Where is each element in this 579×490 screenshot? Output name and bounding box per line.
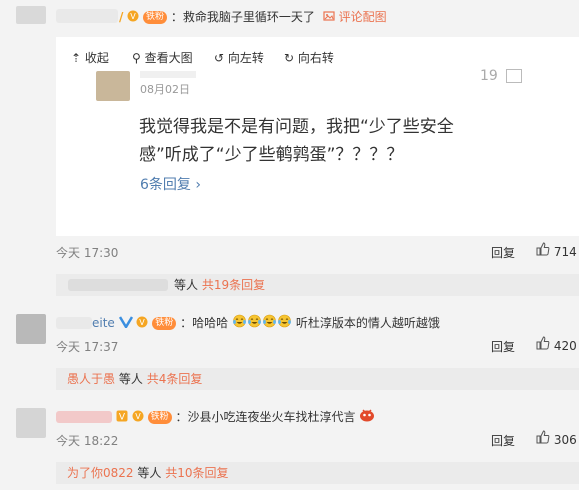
fan-badge: 铁粉 <box>147 411 172 424</box>
comment-image-card: ⇡ 收起 ⚲ 查看大图 ↺ 向左转 ↻ 向右转 08月02日 19 我觉得我是不… <box>56 37 579 236</box>
username-blurred[interactable] <box>56 411 112 423</box>
svg-text:V: V <box>140 318 146 327</box>
comment-time: 今天 18:22 <box>56 434 119 448</box>
reply-button[interactable]: 回复 <box>491 244 515 261</box>
replies-count-link[interactable]: 共19条回复 <box>202 278 265 292</box>
avatar[interactable] <box>16 408 46 438</box>
svg-text:V: V <box>130 12 136 21</box>
vip-crown-icon: V <box>132 409 144 427</box>
comment-2: eite V 铁粉 ：哈哈哈 听杜淳版本的情人越听越饿 <box>92 314 440 333</box>
fan-badge: 铁粉 <box>152 317 177 330</box>
replies-summary: 等人 共19条回复 <box>174 278 266 292</box>
reply-user-link[interactable]: 愚人于愚 <box>67 372 115 386</box>
comment-image-link[interactable]: 评论配图 <box>339 10 387 24</box>
reply-button[interactable]: 回复 <box>491 432 515 449</box>
quoted-counter-icon <box>506 69 522 83</box>
thumbs-up-icon <box>536 242 554 259</box>
comment-text: ：沙县小吃连夜坐火车找杜淳代言 <box>175 410 356 424</box>
rotate-right-icon: ↻ <box>284 51 295 65</box>
separator: / <box>119 10 124 24</box>
rotate-left-button[interactable]: ↺ 向左转 <box>214 49 264 66</box>
replies-summary: 为了你0822 等人 共10条回复 <box>67 466 229 480</box>
vip-crown-icon: V <box>127 9 139 27</box>
reply-button[interactable]: 回复 <box>491 338 515 355</box>
chevron-right-icon: › <box>195 177 201 193</box>
comment-text-suffix: 听杜淳版本的情人越听越饿 <box>295 316 440 330</box>
replies-count-link[interactable]: 共4条回复 <box>147 372 203 386</box>
laughing-tears-emoji-icon <box>262 314 277 333</box>
rotate-left-icon: ↺ <box>214 51 225 65</box>
laughing-tears-emoji-icon <box>277 314 292 333</box>
quoted-date: 08月02日 <box>140 83 190 96</box>
quoted-counter: 19 <box>480 68 498 84</box>
quoted-text-line1: 我觉得我是不是有问题，我把“少了些安全 <box>139 117 454 137</box>
verified-v-icon <box>118 315 133 333</box>
avatar[interactable] <box>16 6 46 24</box>
replies-count-link[interactable]: 共10条回复 <box>165 466 228 480</box>
comment-text: ：哈哈哈 <box>180 316 229 330</box>
replies-bar: 愚人于愚 等人 共4条回复 <box>56 368 579 390</box>
thumbs-up-icon <box>536 336 554 353</box>
view-large-button[interactable]: ⚲ 查看大图 <box>132 49 193 66</box>
magnifier-icon: ⚲ <box>132 51 141 65</box>
collapse-icon: ⇡ <box>71 51 82 65</box>
emoji-icon <box>359 408 375 427</box>
like-count: 420 <box>553 339 577 353</box>
replies-bar: 等人 共19条回复 <box>56 274 579 296</box>
svg-text:V: V <box>135 412 141 421</box>
username-suffix[interactable]: eite <box>92 316 115 330</box>
like-button[interactable]: 420 <box>536 336 577 353</box>
laughing-tears-emoji-icon <box>247 314 262 333</box>
reply-user-blurred[interactable] <box>68 279 168 291</box>
thumbs-up-icon <box>536 430 554 447</box>
replies-summary: 愚人于愚 等人 共4条回复 <box>67 372 203 386</box>
quoted-avatar <box>96 71 130 101</box>
username-blurred[interactable] <box>56 317 92 329</box>
collapse-button[interactable]: ⇡ 收起 <box>71 49 109 66</box>
laughing-tears-emoji-icon <box>232 314 247 333</box>
vip-v-icon: V <box>116 409 128 427</box>
reply-user-link[interactable]: 为了你0822 <box>67 466 134 480</box>
username-blurred[interactable] <box>56 9 118 23</box>
avatar[interactable] <box>16 314 46 344</box>
emoji-row <box>232 314 292 333</box>
like-count: 306 <box>553 433 577 447</box>
like-button[interactable]: 306 <box>536 430 577 447</box>
svg-text:V: V <box>119 412 126 422</box>
top-comment: / V 铁粉 ：救命我脑子里循环一天了 评论配图 <box>119 8 387 27</box>
comment-3: V V 铁粉 ：沙县小吃连夜坐火车找杜淳代言 <box>116 408 375 427</box>
comment-time: 今天 17:30 <box>56 246 119 260</box>
image-icon <box>323 9 335 27</box>
quoted-text-line2: 感”听成了“少了些鹌鹑蛋”？？？？ <box>139 145 404 165</box>
like-button[interactable]: 714 <box>536 242 577 259</box>
quoted-username-blurred <box>140 71 196 78</box>
fan-badge: 铁粉 <box>143 11 168 24</box>
rotate-right-button[interactable]: ↻ 向右转 <box>284 49 334 66</box>
comment-time: 今天 17:37 <box>56 340 119 354</box>
replies-bar: 为了你0822 等人 共10条回复 <box>56 462 579 484</box>
comment-text: ：救命我脑子里循环一天了 <box>170 10 315 24</box>
like-count: 714 <box>553 245 577 259</box>
vip-crown-icon: V <box>136 315 148 333</box>
quoted-replies-link[interactable]: 6条回复 › <box>140 174 201 194</box>
